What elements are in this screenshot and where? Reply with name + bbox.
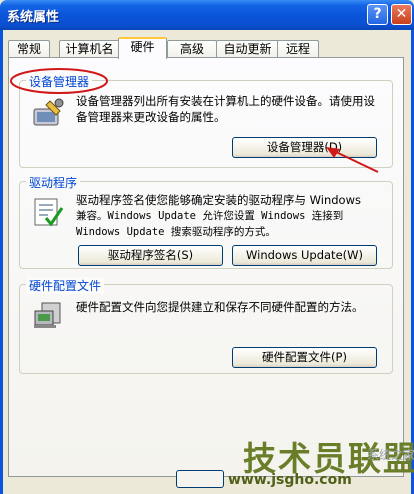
watermark-side-text: 系统之家: [367, 448, 414, 462]
annotation-circle: [10, 68, 108, 94]
watermark-url: www.jsgho.com: [228, 472, 352, 488]
annotation-arrow-line: [335, 151, 379, 173]
tab-hardware[interactable]: 硬件: [118, 37, 167, 59]
annotation-overlay: [10, 68, 379, 173]
